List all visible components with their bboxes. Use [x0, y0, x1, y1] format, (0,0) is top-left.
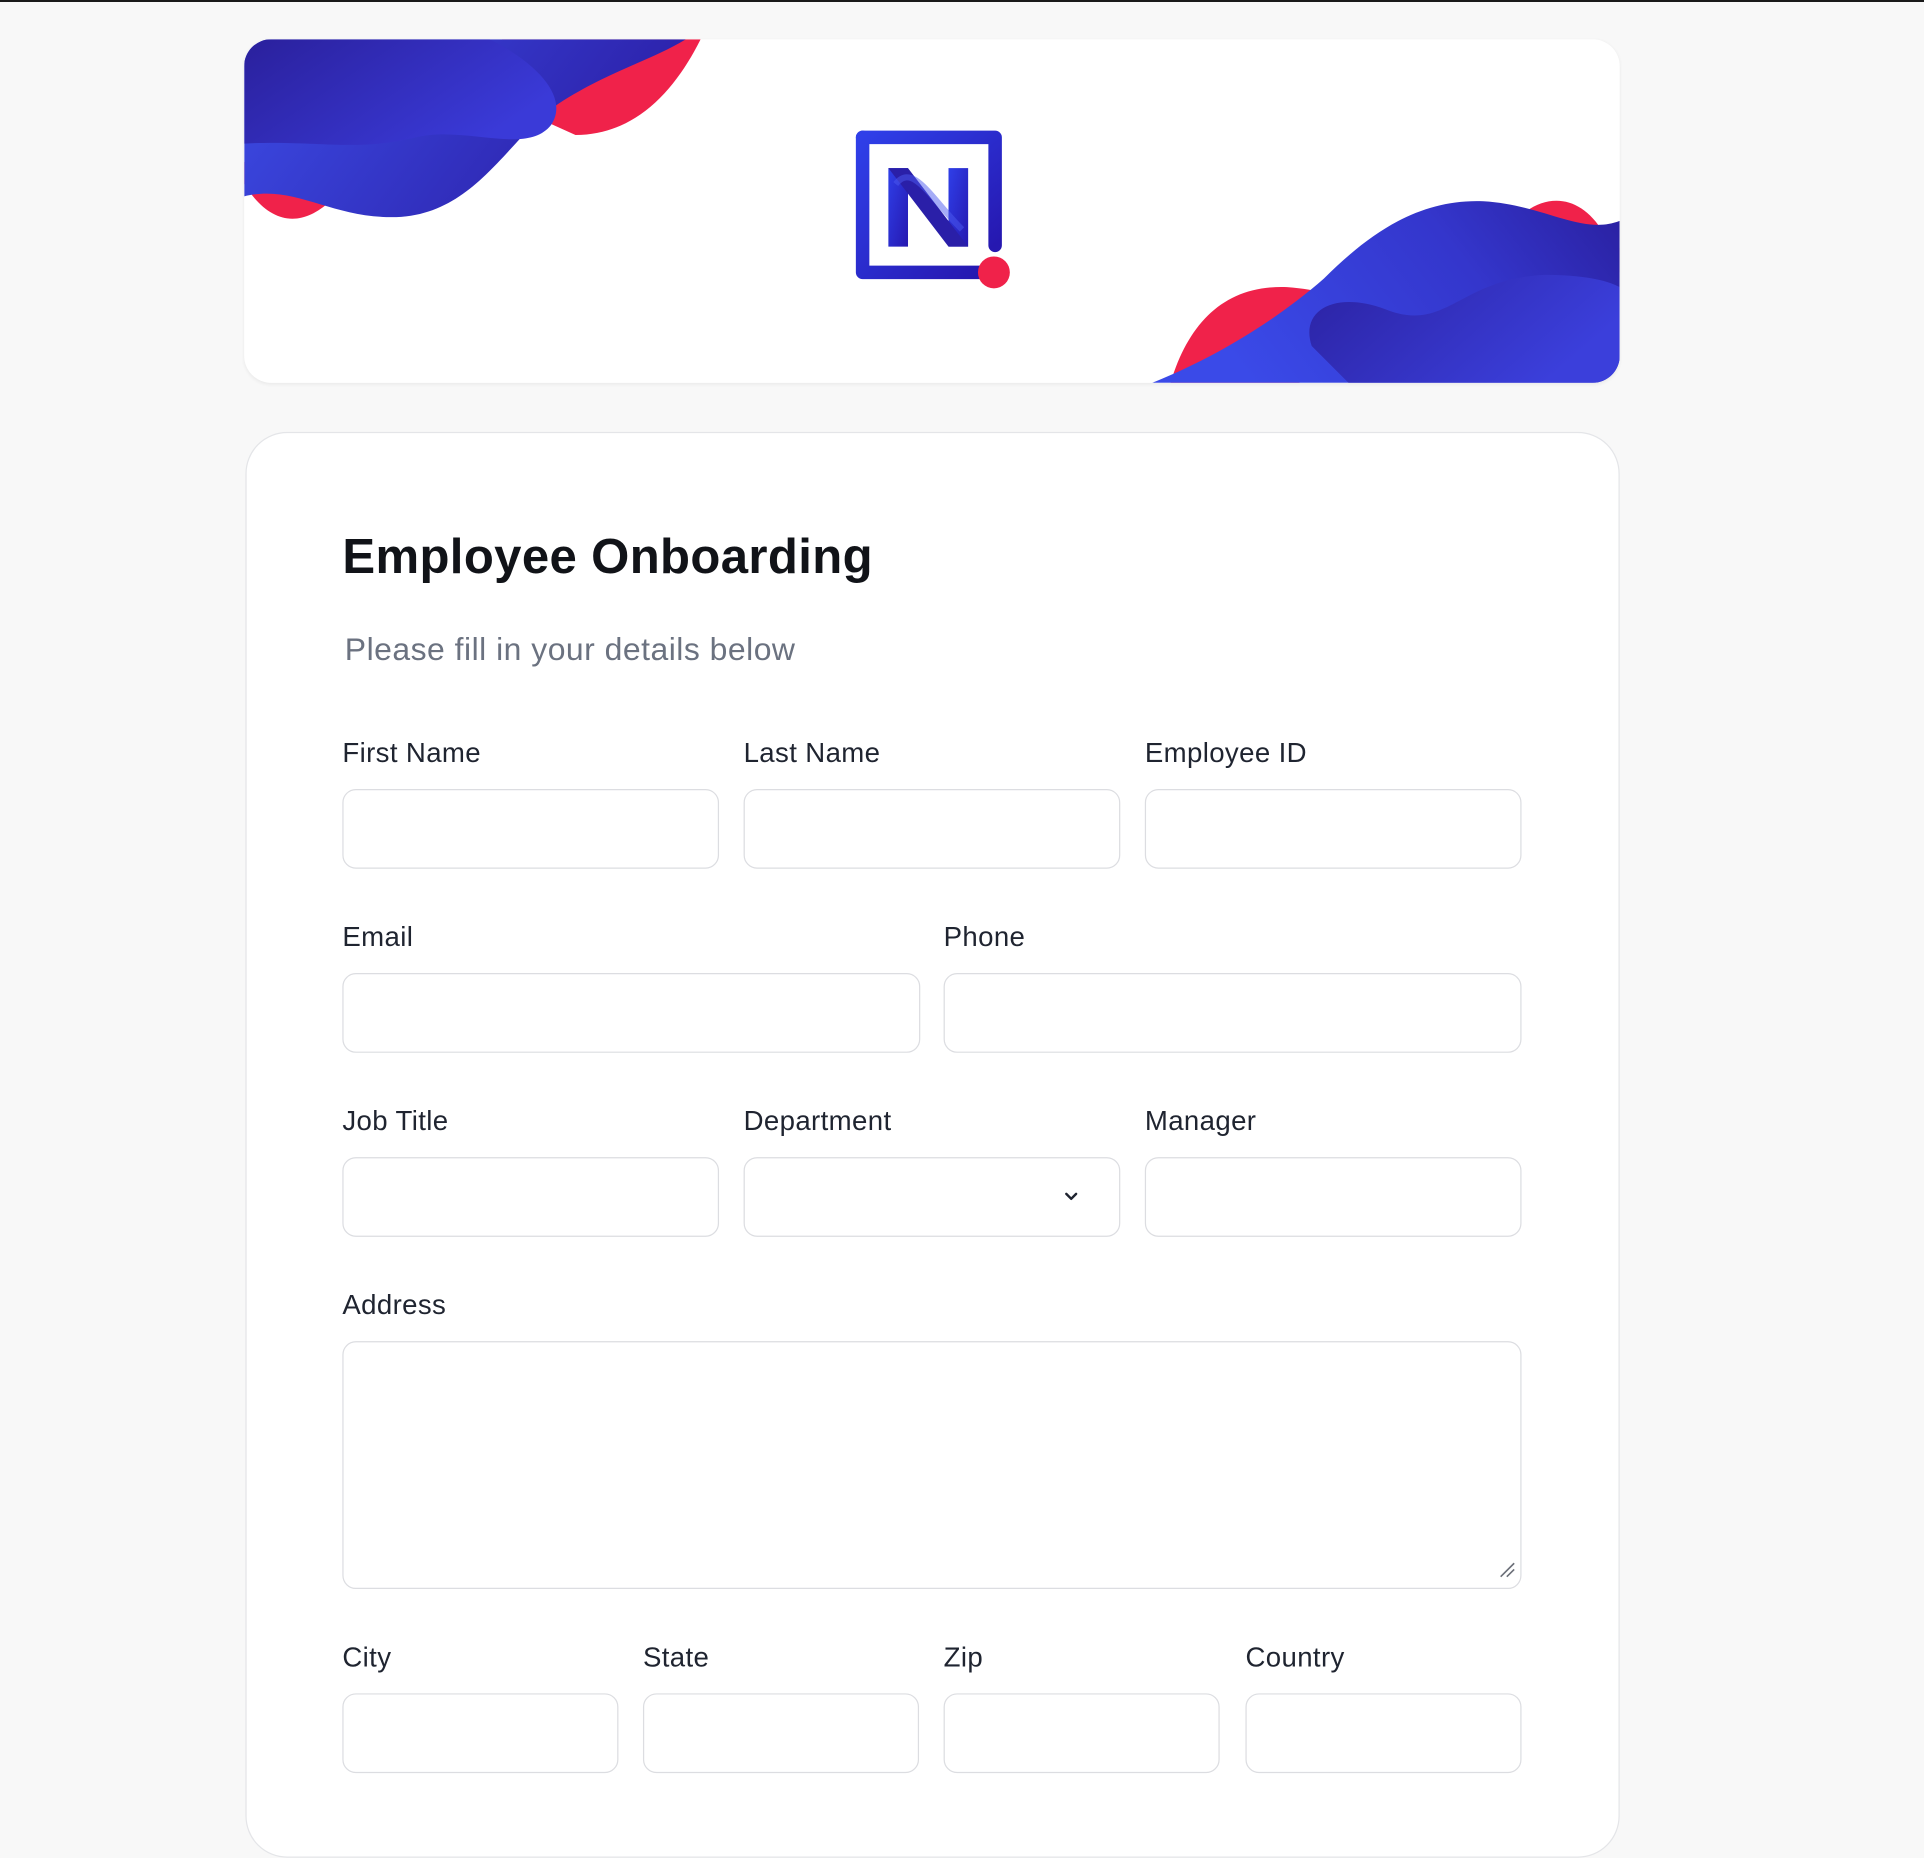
manager-input[interactable] — [1144, 1157, 1522, 1237]
email-label: Email — [342, 921, 414, 953]
employee-id-label: Employee ID — [1144, 737, 1307, 769]
phone-input[interactable] — [943, 973, 1522, 1053]
department-label: Department — [743, 1105, 892, 1137]
state-input[interactable] — [642, 1693, 920, 1774]
city-label: City — [342, 1641, 392, 1673]
job-title-label: Job Title — [342, 1105, 449, 1137]
first-name-label: First Name — [342, 737, 482, 769]
resize-grip-icon[interactable] — [1498, 1561, 1515, 1578]
page-title: Employee Onboarding — [342, 530, 873, 585]
address-label: Address — [342, 1289, 447, 1321]
last-name-label: Last Name — [743, 737, 881, 769]
brand-logo-icon — [855, 130, 1010, 289]
email-input[interactable] — [342, 973, 921, 1053]
page-subtitle: Please fill in your details below — [344, 630, 796, 668]
country-label: Country — [1245, 1641, 1345, 1673]
country-input[interactable] — [1245, 1693, 1522, 1774]
address-textarea[interactable] — [342, 1341, 1522, 1590]
job-title-input[interactable] — [342, 1157, 720, 1237]
last-name-input[interactable] — [743, 788, 1121, 869]
employee-id-input[interactable] — [1144, 788, 1522, 869]
department-select[interactable] — [743, 1157, 1121, 1237]
chevron-down-icon — [1065, 1192, 1078, 1201]
zip-input[interactable] — [943, 1693, 1220, 1774]
zip-label: Zip — [943, 1641, 984, 1673]
city-input[interactable] — [342, 1693, 619, 1774]
state-label: State — [642, 1641, 710, 1673]
header-banner — [244, 39, 1620, 383]
page: Employee Onboarding Please fill in your … — [0, 0, 1924, 1858]
first-name-input[interactable] — [342, 788, 720, 869]
banner-waves — [244, 39, 1620, 383]
manager-label: Manager — [1144, 1105, 1257, 1137]
phone-label: Phone — [943, 921, 1026, 953]
